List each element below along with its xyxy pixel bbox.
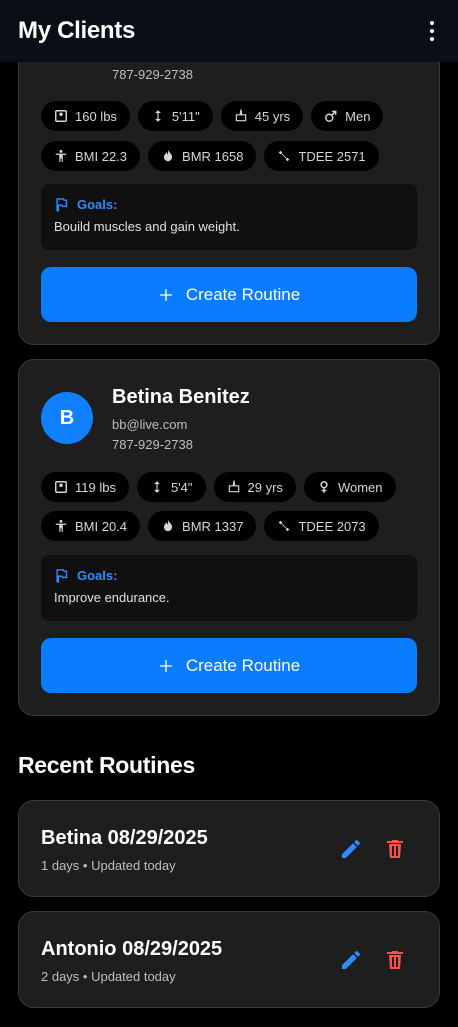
height-arrows-icon [155, 110, 161, 122]
height-value: 5'11" [171, 108, 200, 124]
height-arrows-icon [154, 481, 160, 493]
weight-value: 160 lbs [75, 108, 117, 124]
app-bar: My Clients [0, 0, 458, 62]
routine-card[interactable]: Betina 08/29/2025 1 days • Updated today [18, 800, 440, 897]
plus-icon [159, 659, 172, 672]
plus-icon [159, 288, 172, 301]
flag-icon [56, 198, 68, 212]
page-title: My Clients [18, 17, 136, 44]
gender-value: Women [337, 479, 383, 495]
tdee-chip: TDEE 2571 [264, 141, 379, 171]
gender-chip: Women [303, 472, 396, 502]
routine-meta: 1 days • Updated today [41, 858, 176, 873]
routine-card[interactable]: Antonio 08/29/2025 2 days • Updated toda… [18, 911, 440, 1008]
goals-header: Goals: [54, 197, 404, 212]
bmr-value: BMR 1337 [182, 518, 244, 534]
stats-row: 119 lbs 5'4" 29 yrs Women [41, 472, 396, 502]
height-value: 5'4" [170, 479, 193, 495]
goals-label: Goals: [77, 197, 118, 212]
age-chip: 45 yrs [220, 101, 304, 131]
goals-label: Goals: [77, 568, 118, 583]
avatar: B [41, 392, 93, 444]
scale-icon [55, 110, 67, 122]
edit-icon[interactable] [339, 948, 363, 972]
tdee-chip: TDEE 2073 [264, 511, 379, 541]
weight-chip: 160 lbs [41, 101, 130, 131]
goals-text: Improve endurance. [54, 590, 170, 605]
routine-title: Betina 08/29/2025 [41, 827, 208, 849]
tdee-value: TDEE 2571 [298, 148, 366, 164]
metrics-row: BMI 22.3 BMR 1658 TDEE 2571 [41, 141, 379, 171]
age-value: 29 yrs [247, 479, 283, 495]
goals-text: Bouild muscles and gain weight. [54, 219, 240, 234]
scale-icon [55, 481, 67, 493]
goals-box: Goals: Improve endurance. [41, 555, 417, 621]
accessibility-icon [55, 519, 67, 532]
cake-icon [235, 109, 246, 122]
fitness-icon [279, 520, 290, 532]
fitness-icon [279, 150, 290, 162]
flag-icon [56, 569, 68, 583]
tdee-value: TDEE 2073 [298, 518, 366, 534]
flame-icon [163, 520, 173, 532]
accessibility-icon [55, 149, 67, 162]
bmi-chip: BMI 22.3 [41, 141, 141, 171]
weight-chip: 119 lbs [41, 472, 129, 502]
bmi-value: BMI 22.3 [75, 148, 128, 164]
delete-icon[interactable] [383, 837, 407, 861]
client-card: B Betina Benitez bb@live.com 787-929-273… [18, 359, 440, 716]
recent-routines-title: Recent Routines [18, 752, 195, 778]
client-name: Betina Benitez [112, 386, 250, 408]
gender-value: Men [345, 108, 371, 124]
edit-icon[interactable] [339, 837, 363, 861]
flame-icon [163, 150, 173, 162]
stats-row: 160 lbs 5'11" 45 yrs Men [41, 101, 384, 131]
age-chip: 29 yrs [213, 472, 296, 502]
more-vert-icon[interactable] [420, 19, 444, 43]
create-routine-label: Create Routine [185, 655, 301, 675]
create-routine-button[interactable]: Create Routine [41, 267, 417, 322]
bmi-chip: BMI 20.4 [41, 511, 141, 541]
male-icon [325, 110, 337, 122]
weight-value: 119 lbs [75, 479, 116, 495]
age-value: 45 yrs [254, 108, 291, 124]
height-chip: 5'4" [136, 472, 206, 502]
routine-title: Antonio 08/29/2025 [41, 938, 223, 960]
create-routine-label: Create Routine [185, 284, 301, 304]
client-phone: 787-929-2738 [112, 437, 193, 452]
gender-chip: Men [311, 101, 384, 131]
client-phone: 787-929-2738 [112, 67, 193, 82]
goals-box: Goals: Bouild muscles and gain weight. [41, 184, 417, 250]
delete-icon[interactable] [383, 948, 407, 972]
create-routine-button[interactable]: Create Routine [41, 638, 417, 693]
bmr-value: BMR 1658 [182, 148, 244, 164]
female-icon [320, 481, 328, 493]
bmi-value: BMI 20.4 [75, 518, 128, 534]
metrics-row: BMI 20.4 BMR 1337 TDEE 2073 [41, 511, 379, 541]
bmr-chip: BMR 1658 [148, 141, 257, 171]
routine-meta: 2 days • Updated today [41, 969, 176, 984]
goals-header: Goals: [54, 568, 404, 583]
cake-icon [228, 480, 239, 493]
bmr-chip: BMR 1337 [148, 511, 257, 541]
height-chip: 5'11" [137, 101, 213, 131]
client-email: bb@live.com [112, 417, 188, 432]
